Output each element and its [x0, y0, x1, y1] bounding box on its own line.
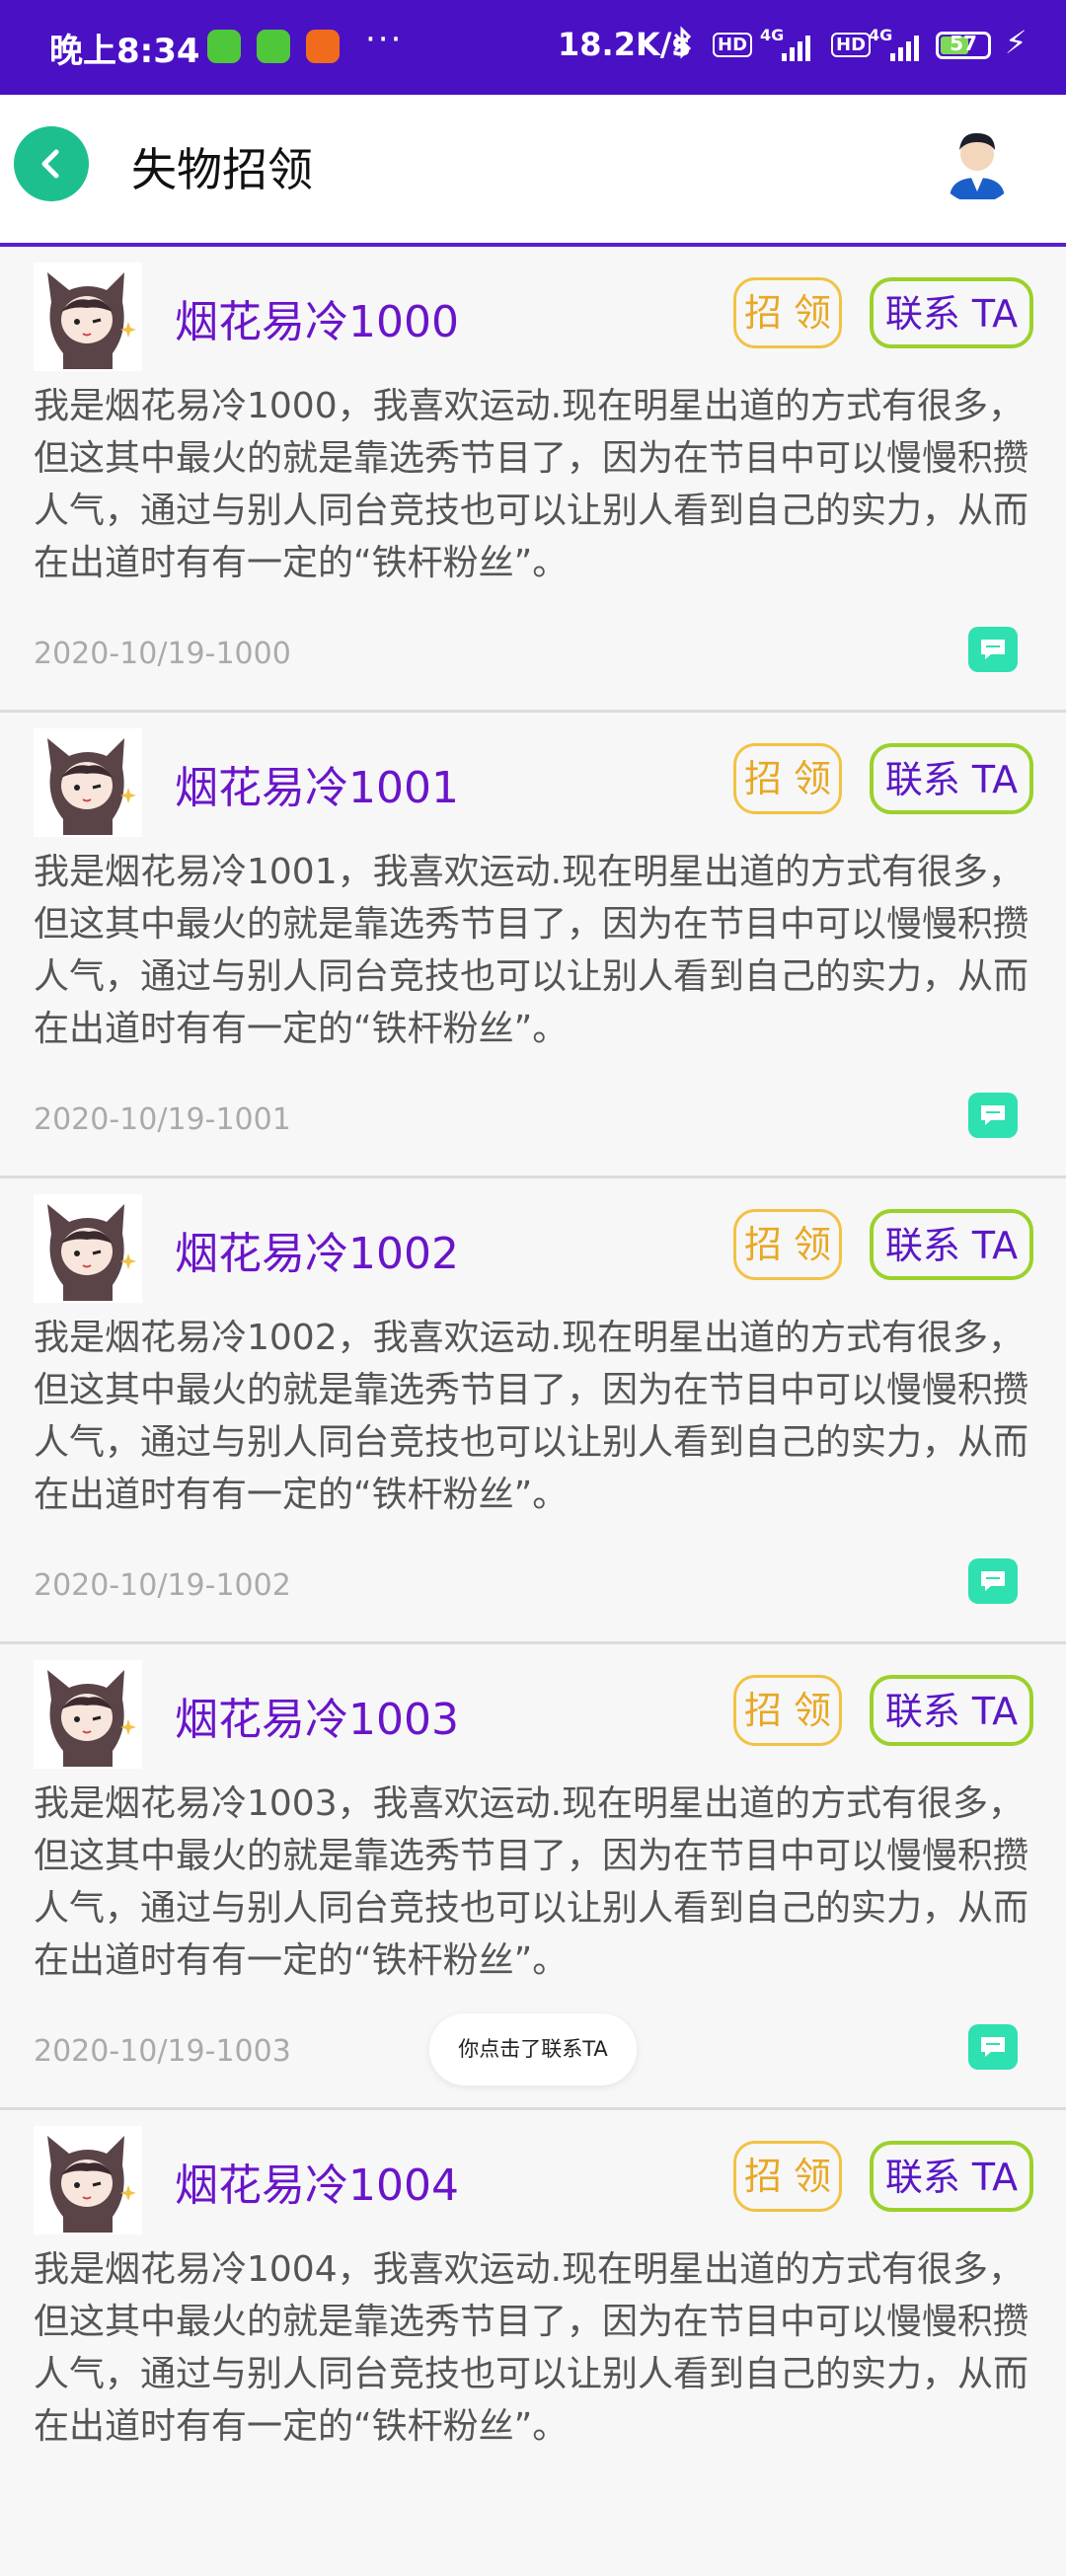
item-description: 我是烟花易冷1001，我喜欢运动.现在明星出道的方式有很多，但这其中最火的就是靠… [34, 852, 1029, 1049]
message-icon[interactable] [968, 627, 1018, 672]
item-date: 2020-10/19-1003 [34, 2034, 291, 2069]
item-description: 我是烟花易冷1002，我喜欢运动.现在明星出道的方式有很多，但这其中最火的就是靠… [34, 1318, 1029, 1515]
mi-app-icon [306, 30, 340, 63]
more-notifications-icon: ··· [365, 20, 404, 59]
list-item[interactable]: 烟花易冷1000 招 领 联系 TA 我是烟花易冷1000，我喜欢运动.现在明星… [0, 247, 1066, 713]
contact-button[interactable]: 联系 TA [870, 277, 1033, 348]
claim-button[interactable]: 招 领 [733, 1675, 842, 1746]
toast-message: 你点击了联系TA [429, 2013, 637, 2085]
battery-level: 57 [950, 32, 977, 55]
user-avatar-button[interactable] [936, 120, 1019, 203]
contact-button[interactable]: 联系 TA [870, 743, 1033, 814]
item-name: 烟花易冷1004 [175, 2160, 459, 2211]
message-icon[interactable] [968, 2024, 1018, 2070]
app-bar: 失物招领 [0, 95, 1066, 247]
signal-bars-icon-2 [890, 34, 926, 65]
item-description: 我是烟花易冷1003，我喜欢运动.现在明星出道的方式有很多，但这其中最火的就是靠… [34, 1783, 1029, 1981]
wechat-app-icon-2 [257, 30, 290, 63]
status-bar: 晚上8:34 ··· 18.2K/s HD 4G HD 4G 57 ⚡ [0, 0, 1066, 95]
wechat-app-icon [207, 30, 241, 63]
claim-button[interactable]: 招 领 [733, 277, 842, 348]
hd-badge-2: HD [831, 33, 872, 57]
list-item[interactable]: 烟花易冷1002 招 领 联系 TA 我是烟花易冷1002，我喜欢运动.现在明星… [0, 1178, 1066, 1644]
cat-hood-avatar-icon [34, 1660, 142, 1769]
signal-4g-1: 4G [760, 26, 785, 44]
claim-button[interactable]: 招 领 [733, 1209, 842, 1280]
item-date: 2020-10/19-1000 [34, 637, 291, 671]
item-name: 烟花易冷1002 [175, 1229, 459, 1279]
list-item[interactable]: 烟花易冷1004 招 领 联系 TA 我是烟花易冷1004，我喜欢运动.现在明星… [0, 2110, 1066, 2576]
cat-hood-avatar-icon [34, 2126, 142, 2235]
claim-button[interactable]: 招 领 [733, 2141, 842, 2212]
item-name: 烟花易冷1001 [175, 763, 459, 813]
cat-hood-avatar-icon [34, 263, 142, 371]
list-item[interactable]: 烟花易冷1001 招 领 联系 TA 我是烟花易冷1001，我喜欢运动.现在明星… [0, 713, 1066, 1178]
user-avatar-icon [936, 120, 1019, 203]
signal-4g-2: 4G [869, 26, 893, 44]
battery-icon: 57 [936, 32, 991, 59]
item-description: 我是烟花易冷1004，我喜欢运动.现在明星出道的方式有很多，但这其中最火的就是靠… [34, 2249, 1029, 2447]
cat-hood-avatar-icon [34, 1194, 142, 1303]
cat-hood-avatar-icon [34, 728, 142, 837]
item-name: 烟花易冷1003 [175, 1695, 459, 1745]
signal-bars-icon-1 [782, 34, 817, 65]
charging-icon: ⚡ [1005, 24, 1028, 61]
contact-button[interactable]: 联系 TA [870, 1209, 1033, 1280]
lost-found-list: 烟花易冷1000 招 领 联系 TA 我是烟花易冷1000，我喜欢运动.现在明星… [0, 247, 1066, 2576]
message-icon[interactable] [968, 1558, 1018, 1604]
back-button[interactable] [14, 126, 89, 201]
bluetooth-icon [671, 26, 693, 66]
hd-badge-1: HD [713, 33, 753, 57]
message-icon[interactable] [968, 1093, 1018, 1138]
item-date: 2020-10/19-1001 [34, 1102, 291, 1137]
item-name: 烟花易冷1000 [175, 297, 459, 347]
chevron-left-icon [41, 149, 59, 179]
status-time: 晚上8:34 [49, 32, 200, 71]
page-title: 失物招领 [131, 143, 313, 196]
contact-button[interactable]: 联系 TA [870, 2141, 1033, 2212]
item-description: 我是烟花易冷1000，我喜欢运动.现在明星出道的方式有很多，但这其中最火的就是靠… [34, 386, 1029, 583]
contact-button[interactable]: 联系 TA [870, 1675, 1033, 1746]
claim-button[interactable]: 招 领 [733, 743, 842, 814]
item-date: 2020-10/19-1002 [34, 1568, 291, 1603]
